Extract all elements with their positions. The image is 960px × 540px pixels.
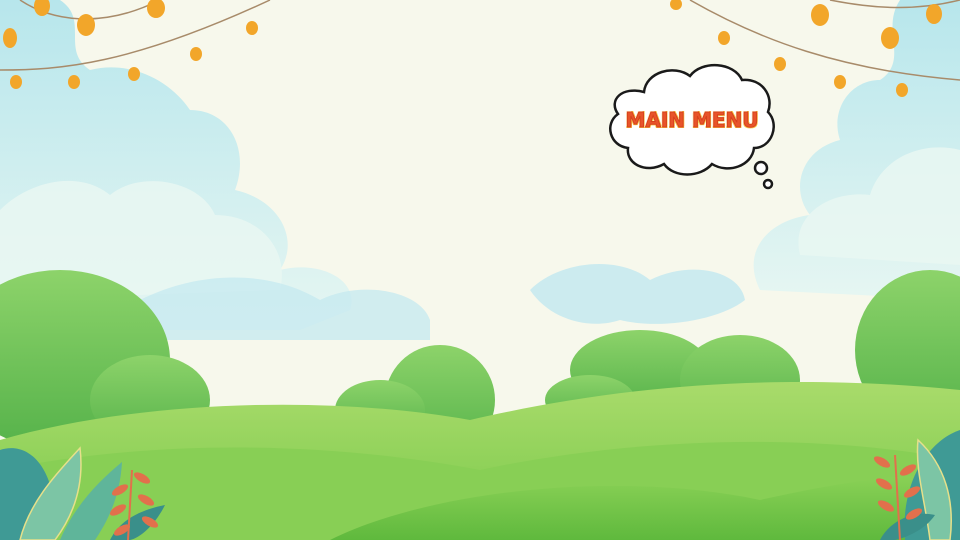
main-menu-label: MAIN MENU [625, 108, 759, 133]
background-scene [0, 0, 960, 540]
main-menu-button[interactable]: MAIN MENU [604, 58, 780, 194]
title-screen: MAIN MENU [0, 0, 960, 540]
